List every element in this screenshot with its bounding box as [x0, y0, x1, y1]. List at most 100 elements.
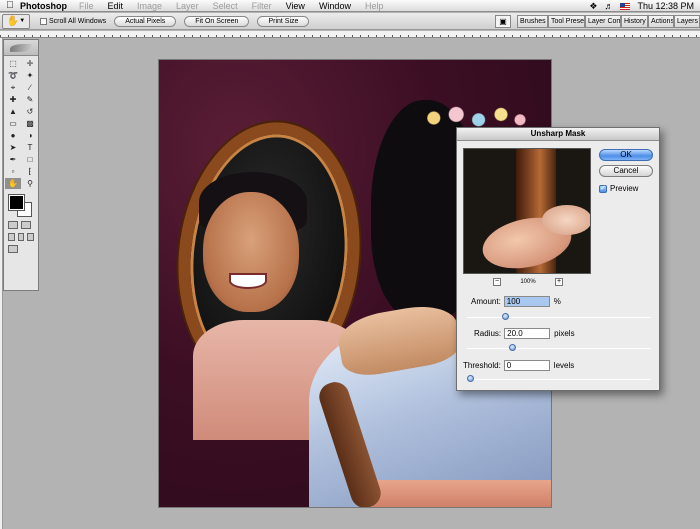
- imageready-icon[interactable]: [8, 245, 18, 253]
- amount-slider-knob[interactable]: [502, 313, 510, 320]
- threshold-label: Threshold:: [463, 361, 501, 370]
- file-browser-icon[interactable]: ▣: [495, 15, 511, 28]
- menu-window[interactable]: Window: [319, 1, 351, 11]
- menu-help[interactable]: Help: [365, 1, 384, 11]
- apple-menu-icon[interactable]: : [0, 0, 20, 11]
- menu-file[interactable]: File: [79, 1, 94, 11]
- preview-zoom-controls: − 100% +: [493, 278, 563, 286]
- menu-clock[interactable]: Thu 12:38 PM: [637, 1, 694, 11]
- tab-layer-comps[interactable]: Layer Comps: [585, 15, 621, 28]
- menu-select[interactable]: Select: [213, 1, 238, 11]
- amount-row: Amount: 100 %: [471, 296, 561, 307]
- menu-extras: ❖ ♬ Thu 12:38 PM: [589, 0, 694, 12]
- reflection-face: [203, 192, 299, 312]
- amount-field[interactable]: 100: [503, 296, 550, 307]
- dropdown-arrow-icon: ▼: [19, 18, 26, 24]
- menu-edit[interactable]: Edit: [108, 1, 124, 11]
- path-selection-tool-icon[interactable]: ➤: [5, 142, 21, 153]
- preview-checkbox[interactable]: ✓: [599, 184, 607, 193]
- zoom-tool-icon[interactable]: ⚲: [22, 178, 38, 189]
- healing-brush-tool-icon[interactable]: ✚: [5, 94, 21, 105]
- adobe-feather-icon[interactable]: [10, 43, 32, 52]
- history-brush-tool-icon[interactable]: ↺: [22, 106, 38, 117]
- full-screen-mode-icon[interactable]: [27, 233, 35, 241]
- fit-on-screen-button[interactable]: Fit On Screen: [184, 15, 250, 27]
- amount-unit: %: [553, 297, 561, 306]
- preview-label: Preview: [610, 184, 639, 193]
- lasso-tool-icon[interactable]: ➰: [5, 70, 21, 81]
- standard-screen-mode-icon[interactable]: [8, 233, 15, 241]
- threshold-field[interactable]: 0: [503, 360, 550, 371]
- radius-unit: pixels: [554, 329, 575, 338]
- threshold-unit: levels: [553, 361, 575, 370]
- tools-palette-titlebar[interactable]: [4, 40, 38, 56]
- amount-label: Amount:: [471, 297, 501, 306]
- app-menu[interactable]: Photoshop: [20, 1, 67, 11]
- zoom-in-button[interactable]: +: [554, 278, 563, 286]
- scroll-all-windows-checkbox[interactable]: [40, 17, 47, 25]
- jump-to-imageready: [4, 243, 38, 255]
- menu-filter[interactable]: Filter: [252, 1, 272, 11]
- eyedropper-tool-icon[interactable]: ⁅: [22, 166, 38, 177]
- tool-preset-picker[interactable]: ✋ ▼: [2, 13, 30, 29]
- quick-mask-mode-icon[interactable]: [21, 221, 31, 229]
- eraser-tool-icon[interactable]: ▭: [5, 118, 21, 129]
- foreground-color-swatch[interactable]: [8, 194, 25, 211]
- radius-field[interactable]: 20.0: [504, 328, 551, 339]
- menu-view[interactable]: View: [286, 1, 305, 11]
- threshold-row: Threshold: 0 levels: [463, 360, 574, 371]
- tab-brushes[interactable]: Brushes: [517, 15, 548, 28]
- amount-slider[interactable]: [467, 313, 651, 320]
- dialog-title[interactable]: Unsharp Mask: [457, 128, 659, 141]
- menu-layer[interactable]: Layer: [176, 1, 199, 11]
- clone-stamp-tool-icon[interactable]: ▲: [5, 106, 21, 117]
- zoom-out-button[interactable]: −: [493, 278, 501, 286]
- pen-tool-icon[interactable]: ✒: [5, 154, 21, 165]
- full-screen-menu-mode-icon[interactable]: [17, 233, 25, 241]
- hand-tool-icon[interactable]: ✋: [5, 178, 21, 189]
- tab-actions[interactable]: Actions: [648, 15, 674, 28]
- screen-modes: [4, 231, 38, 243]
- move-tool-icon[interactable]: ✛: [22, 58, 38, 69]
- hand-icon: ✋: [6, 15, 20, 27]
- brush-tool-icon[interactable]: ✎: [22, 94, 38, 105]
- quick-mask-modes: [4, 219, 38, 231]
- dodge-tool-icon[interactable]: ◑: [22, 130, 38, 141]
- magic-wand-tool-icon[interactable]: ✦: [22, 70, 38, 81]
- menu-image[interactable]: Image: [137, 1, 162, 11]
- preview-thumb: [542, 205, 590, 235]
- type-tool-icon[interactable]: T: [22, 142, 38, 153]
- reflection-smile: [229, 273, 267, 289]
- standard-mode-icon[interactable]: [8, 221, 18, 229]
- crop-tool-icon[interactable]: ⌖: [5, 82, 21, 93]
- cancel-button[interactable]: Cancel: [599, 165, 653, 177]
- input-flag-icon[interactable]: [620, 2, 631, 10]
- filter-preview[interactable]: [463, 148, 591, 274]
- horizontal-ruler[interactable]: [0, 31, 700, 38]
- preview-option: ✓ Preview: [599, 184, 638, 193]
- radius-slider[interactable]: [467, 344, 651, 351]
- tab-tool-presets[interactable]: Tool Presets: [548, 15, 585, 28]
- unsharp-mask-dialog: Unsharp Mask − 100% + OK Cancel ✓ Previe…: [456, 127, 660, 391]
- actual-pixels-button[interactable]: Actual Pixels: [114, 15, 177, 27]
- volume-icon[interactable]: ♬: [604, 1, 613, 11]
- radius-label: Radius:: [474, 329, 502, 338]
- tools-palette: ⬚ ✛ ➰ ✦ ⌖ ∕ ✚ ✎ ▲ ↺ ▭ ▩ ● ◑ ➤ T ✒ □ ▫ ⁅ …: [3, 39, 39, 291]
- print-size-button[interactable]: Print Size: [257, 15, 310, 27]
- tab-layers[interactable]: Layers: [674, 15, 700, 28]
- threshold-slider-knob[interactable]: [467, 375, 474, 382]
- shape-tool-icon[interactable]: □: [22, 154, 38, 165]
- menu-bar:  Photoshop File Edit Image Layer Select…: [0, 0, 700, 12]
- blur-tool-icon[interactable]: ●: [5, 130, 21, 141]
- slice-tool-icon[interactable]: ∕: [22, 82, 38, 93]
- notes-tool-icon[interactable]: ▫: [5, 166, 21, 177]
- zoom-level: 100%: [520, 279, 536, 285]
- gradient-tool-icon[interactable]: ▩: [22, 118, 38, 129]
- radius-slider-knob[interactable]: [509, 344, 517, 351]
- ok-button[interactable]: OK: [599, 149, 653, 161]
- threshold-slider[interactable]: [467, 375, 651, 382]
- tab-history[interactable]: History: [621, 15, 648, 28]
- color-swatches: [4, 193, 38, 219]
- marquee-tool-icon[interactable]: ⬚: [5, 58, 21, 69]
- bluetooth-icon[interactable]: ❖: [589, 1, 597, 12]
